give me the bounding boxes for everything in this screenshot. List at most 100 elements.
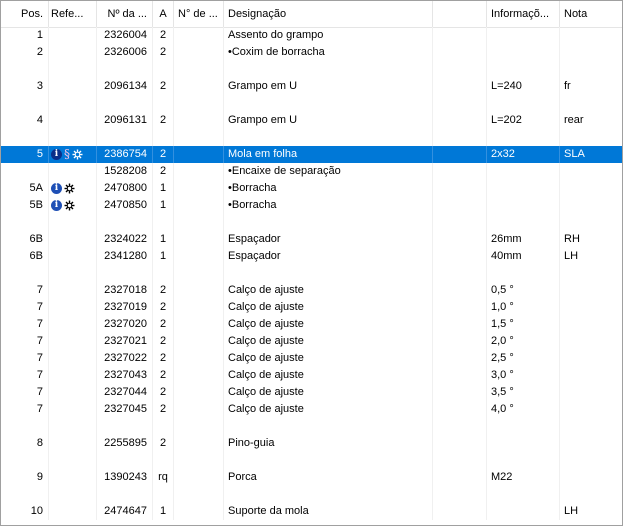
info-icon[interactable]: i [51, 149, 62, 160]
cell-a: 1 [153, 231, 174, 248]
table-row[interactable]: 7 2327019 2 Calço de ajuste 1,0 ° [1, 299, 622, 316]
table-row-spacer[interactable] [1, 265, 622, 282]
cell-pos [1, 61, 49, 78]
table-row[interactable]: 3 2096134 2 Grampo em U L=240 fr [1, 78, 622, 95]
cell-ref: i [49, 197, 97, 214]
table-row[interactable]: 7 2327022 2 Calço de ajuste 2,5 ° [1, 350, 622, 367]
cell-a: 2 [153, 299, 174, 316]
table-row-spacer[interactable] [1, 61, 622, 78]
cell-designation: •Borracha [224, 180, 433, 197]
info-icon[interactable]: i [51, 200, 62, 211]
table-row-spacer[interactable] [1, 418, 622, 435]
cell-n [174, 112, 224, 129]
table-row[interactable]: 7 2327043 2 Calço de ajuste 3,0 ° [1, 367, 622, 384]
cell-note [560, 282, 622, 299]
table-row[interactable]: 5B i 2470850 1 •Borracha [1, 197, 622, 214]
cell-extra [433, 282, 487, 299]
cell-part-number: 2386754 [97, 146, 153, 163]
table-row[interactable]: 1 2326004 2 Assento do grampo [1, 27, 622, 44]
cell-info: 40mm [487, 248, 560, 265]
cell-a: 2 [153, 146, 174, 163]
cell-part-number: 2327045 [97, 401, 153, 418]
table-row[interactable]: 5A i 2470800 1 •Borracha [1, 180, 622, 197]
cell-note [560, 265, 622, 282]
cell-pos: 7 [1, 401, 49, 418]
parts-list-grid[interactable]: Pos. Refe... Nº da ... A N° de ... Desig… [0, 0, 623, 526]
table-row[interactable]: 9 1390243 rq Porca M22 [1, 469, 622, 486]
table-row[interactable]: 6B 2324022 1 Espaçador 26mm RH [1, 231, 622, 248]
column-header-note[interactable]: Nota [560, 1, 622, 27]
gear-icon[interactable] [64, 183, 75, 194]
cell-designation [224, 95, 433, 112]
cell-ref [49, 44, 97, 61]
table-row[interactable]: 1528208 2 •Encaixe de separação [1, 163, 622, 180]
cell-designation: Assento do grampo [224, 27, 433, 44]
column-header-row: Pos. Refe... Nº da ... A N° de ... Desig… [1, 1, 622, 28]
cell-a [153, 61, 174, 78]
cell-n [174, 214, 224, 231]
info-icon[interactable]: i [51, 183, 62, 194]
cell-extra [433, 146, 487, 163]
cell-info [487, 180, 560, 197]
table-row[interactable]: 7 2327020 2 Calço de ajuste 1,5 ° [1, 316, 622, 333]
cell-ref [49, 401, 97, 418]
cell-ref [49, 61, 97, 78]
gear-icon[interactable] [72, 149, 83, 160]
cell-pos: 4 [1, 112, 49, 129]
table-row[interactable]: 7 2327018 2 Calço de ajuste 0,5 ° [1, 282, 622, 299]
cell-ref [49, 95, 97, 112]
table-row-spacer[interactable] [1, 486, 622, 503]
table-row[interactable]: 6B 2341280 1 Espaçador 40mm LH [1, 248, 622, 265]
column-header-designation[interactable]: Designação [224, 1, 433, 27]
gear-icon[interactable] [64, 200, 75, 211]
table-row[interactable]: 8 2255895 2 Pino-guia [1, 435, 622, 452]
cell-designation [224, 265, 433, 282]
cell-part-number: 2474647 [97, 503, 153, 520]
cell-pos: 5A [1, 180, 49, 197]
cell-pos [1, 418, 49, 435]
cell-extra [433, 299, 487, 316]
table-row-spacer[interactable] [1, 129, 622, 146]
cell-part-number: 2327043 [97, 367, 153, 384]
cell-designation: Pino-guia [224, 435, 433, 452]
column-header-info[interactable]: Informaçõ... [487, 1, 560, 27]
cell-n [174, 129, 224, 146]
cell-extra [433, 95, 487, 112]
table-row-spacer[interactable] [1, 95, 622, 112]
cell-n [174, 350, 224, 367]
cell-designation: •Borracha [224, 197, 433, 214]
cell-note [560, 452, 622, 469]
cell-extra [433, 452, 487, 469]
column-header-n[interactable]: N° de ... [174, 1, 224, 27]
table-row-spacer[interactable] [1, 214, 622, 231]
cell-a [153, 214, 174, 231]
table-row-spacer[interactable] [1, 452, 622, 469]
cell-note [560, 129, 622, 146]
cell-designation [224, 61, 433, 78]
cell-extra [433, 503, 487, 520]
column-header-part-number[interactable]: Nº da ... [97, 1, 153, 27]
table-row[interactable]: 2 2326006 2 •Coxim de borracha [1, 44, 622, 61]
cell-note [560, 469, 622, 486]
table-row[interactable]: 7 2327021 2 Calço de ajuste 2,0 ° [1, 333, 622, 350]
cell-info: M22 [487, 469, 560, 486]
table-row[interactable]: 10 2474647 1 Suporte da mola LH [1, 503, 622, 520]
column-header-ref[interactable]: Refe... [49, 1, 97, 27]
cell-note [560, 180, 622, 197]
table-row[interactable]: 4 2096131 2 Grampo em U L=202 rear [1, 112, 622, 129]
table-row[interactable]: 7 2327044 2 Calço de ajuste 3,5 ° [1, 384, 622, 401]
column-header-extra[interactable] [433, 1, 487, 27]
cell-part-number [97, 486, 153, 503]
cell-note [560, 27, 622, 44]
table-row[interactable]: 7 2327045 2 Calço de ajuste 4,0 ° [1, 401, 622, 418]
column-header-a[interactable]: A [153, 1, 174, 27]
cell-designation [224, 214, 433, 231]
cell-designation: Calço de ajuste [224, 350, 433, 367]
column-header-pos[interactable]: Pos. [1, 1, 49, 27]
cell-extra [433, 197, 487, 214]
cell-a: 2 [153, 401, 174, 418]
table-row-selected[interactable]: 5 i § 2386754 2 Mola em folha 2x32 SLA [1, 146, 622, 163]
section-icon[interactable]: § [64, 146, 70, 163]
cell-designation: •Coxim de borracha [224, 44, 433, 61]
cell-note: fr [564, 80, 571, 92]
